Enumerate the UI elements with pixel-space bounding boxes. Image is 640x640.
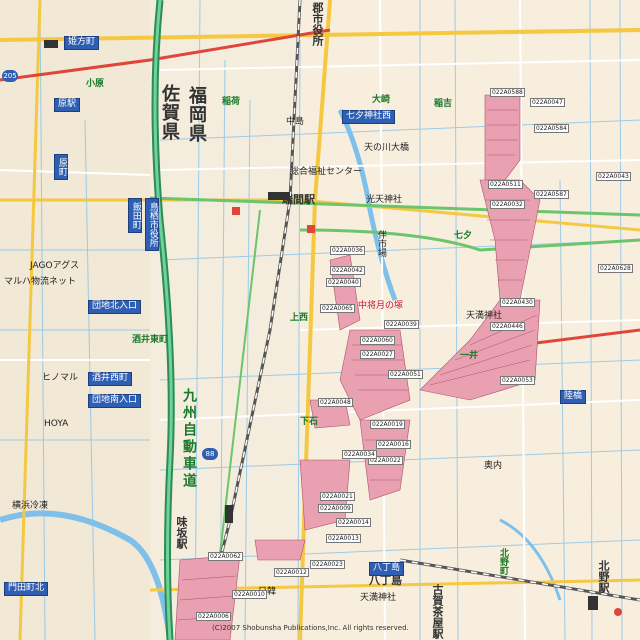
area-code-tag[interactable]: 022A0511 (488, 180, 523, 190)
area-code-tag[interactable]: 022A0009 (318, 504, 353, 514)
area-code-tag[interactable]: 022A0019 (370, 420, 405, 430)
sign-iida[interactable]: 飯田町 (128, 198, 142, 233)
area-label-hoya: HOYA (44, 419, 69, 429)
sign-ohara-station[interactable]: 原駅 (54, 98, 81, 112)
town-label-hachijima: 八丁島 (369, 574, 402, 587)
jinja-label-1: 光天神社 (366, 195, 403, 205)
area-code-tag[interactable]: 022A0023 (310, 560, 345, 570)
area-code-tag[interactable]: 022A0036 (330, 246, 365, 256)
sign-haramachi[interactable]: 原町 (54, 154, 68, 180)
area-code-tag[interactable]: 022A0062 (208, 552, 243, 562)
area-code-tag[interactable]: 022A0430 (500, 298, 535, 308)
area-code-tag[interactable]: 022A0021 (320, 492, 355, 502)
area-code-tag[interactable]: 022A0628 (598, 264, 633, 274)
area-code-tag[interactable]: 022A0060 (360, 336, 395, 346)
area-label-maruha: マルハ物流ネット (4, 277, 77, 287)
city-office-label[interactable]: 郡市役所 (311, 2, 324, 46)
station-label-kitano[interactable]: 北野駅 (597, 560, 610, 593)
area-label-inayoshi: 稲吉 (434, 99, 453, 109)
area-label-aeon: JAGOアグス (30, 261, 80, 271)
prefecture-label-fukuoka: 福岡県 (186, 86, 207, 143)
area-label-shichi: 七夕 (454, 231, 473, 241)
copyright-notice: (C)2007 Shobunsha Publications,Inc. All … (212, 624, 409, 632)
town-label-kitano: 北野町 (498, 548, 508, 575)
area-code-tag[interactable]: 022A0042 (330, 266, 365, 276)
area-code-tag[interactable]: 022A0016 (376, 440, 411, 450)
area-code-tag[interactable]: 022A0048 (318, 398, 353, 408)
station-label-ajisaka[interactable]: 味坂駅 (175, 516, 188, 549)
area-code-tag[interactable]: 022A0047 (530, 98, 565, 108)
area-code-tag[interactable]: 022A0584 (534, 124, 569, 134)
sign-rikkyo[interactable]: 陸橋 (560, 390, 587, 404)
area-code-tag[interactable]: 022A0039 (384, 320, 419, 330)
route-shield-88: 88 (202, 448, 218, 460)
market-label: 伴市場 (376, 230, 386, 257)
area-code-tag[interactable]: 022A0587 (534, 190, 569, 200)
area-label-kamisai: 上西 (290, 313, 309, 323)
route-shield-205: 205 (2, 70, 18, 82)
sign-tanabata-west[interactable]: 七夕神社西 (342, 110, 396, 124)
area-label-shimoishi: 下石 (300, 417, 319, 427)
area-code-tag[interactable]: 022A0010 (232, 590, 267, 600)
sign-danchi-north[interactable]: 団地北入口 (88, 300, 142, 314)
sign-hachijima[interactable]: 八丁島 (369, 562, 405, 576)
area-code-tag[interactable]: 022A0014 (336, 518, 371, 528)
area-code-tag[interactable]: 022A0588 (490, 88, 525, 98)
area-code-tag[interactable]: 022A0034 (342, 450, 377, 460)
area-label-onga: 奥内 (484, 461, 503, 471)
area-code-tag[interactable]: 022A0040 (326, 278, 361, 288)
sign-sakai-nishi[interactable]: 酒井西町 (88, 372, 133, 386)
area-code-tag[interactable]: 022A0032 (490, 200, 525, 210)
area-code-tag[interactable]: 022A0013 (326, 534, 361, 544)
jinja-label-3: 天満神社 (360, 593, 397, 603)
area-code-tag[interactable]: 022A0065 (320, 304, 355, 314)
area-label-inari: 稲荷 (222, 97, 241, 107)
area-code-tag[interactable]: 022A0446 (490, 322, 525, 332)
area-label-yokohama: 横浜冷凍 (12, 501, 49, 511)
area-code-tag[interactable]: 022A0006 (196, 612, 231, 622)
area-code-tag[interactable]: 022A0012 (274, 568, 309, 578)
town-label-nakajima: 中島 (286, 117, 305, 127)
sign-monden-kita[interactable]: 門田町北 (4, 582, 49, 596)
expressway-label: 九州自動車道 (181, 388, 197, 490)
area-label-tennogawa: 天の川大橋 (364, 143, 410, 153)
area-label-ohara: 小原 (86, 79, 105, 89)
area-code-tag[interactable]: 022A0027 (360, 350, 395, 360)
area-code-tag[interactable]: 022A0051 (388, 370, 423, 380)
area-label-hinomaru: ヒノマル (42, 373, 79, 383)
area-code-tag[interactable]: 022A0053 (500, 376, 535, 386)
station-label-kosakiya[interactable]: 古賀茶屋駅 (431, 584, 444, 639)
tsuka-label: 中将月の塚 (358, 301, 404, 311)
map-canvas[interactable] (0, 0, 640, 640)
area-code-tag[interactable]: 022A0043 (596, 172, 631, 182)
area-label-ichii: 一井 (460, 351, 479, 361)
prefecture-label-saga: 佐賀県 (159, 84, 180, 141)
area-label-osaki: 大崎 (372, 95, 391, 105)
center-label: 総合福祉センター (290, 167, 363, 177)
town-label-sakai: 酒井東町 (132, 335, 169, 345)
sign-himekata[interactable]: 姫方町 (64, 36, 100, 50)
jinja-label-2: 天満神社 (466, 311, 503, 321)
sign-danchi-south[interactable]: 団地南入口 (88, 394, 142, 408)
station-label-main[interactable]: 端間駅 (282, 194, 315, 205)
sign-tosu-city[interactable]: 鳥栖市役所 (145, 198, 159, 251)
